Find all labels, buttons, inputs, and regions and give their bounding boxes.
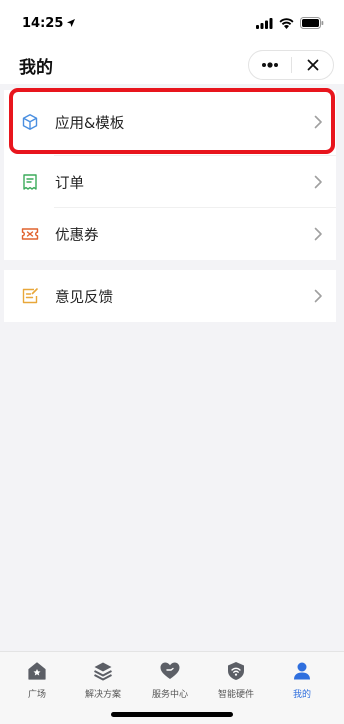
more-button[interactable]: [250, 51, 290, 79]
tab-smart-hardware[interactable]: 智能硬件: [203, 660, 269, 700]
page-title: 我的: [19, 57, 53, 78]
menu-item-label: 订单: [55, 175, 84, 192]
nav-bar: 我的: [0, 46, 344, 84]
edit-note-icon: [21, 287, 39, 305]
chevron-right-icon: [314, 175, 322, 189]
tab-label: 解决方案: [84, 690, 121, 700]
wifi-icon: [279, 17, 294, 29]
menu-item-label: 意见反馈: [55, 289, 113, 306]
menu-group-feedback: 意见反馈: [4, 270, 336, 322]
home-indicator: [111, 712, 233, 717]
layers-icon: [92, 660, 114, 682]
menu-item-coupons[interactable]: 优惠券: [4, 208, 336, 260]
status-time-text: 14:25: [22, 15, 64, 31]
highlight-box: [9, 88, 335, 154]
wifi-shield-icon: [225, 660, 247, 682]
more-dots-icon: [261, 62, 278, 68]
status-icons: [256, 17, 324, 29]
mini-program-capsule: [248, 50, 334, 80]
tab-label: 服务中心: [151, 690, 188, 700]
menu-item-orders[interactable]: 订单: [4, 156, 336, 208]
battery-icon: [300, 17, 324, 29]
signal-icon: [256, 17, 273, 29]
chevron-right-icon: [314, 289, 322, 303]
tab-plaza[interactable]: 广场: [4, 660, 70, 700]
receipt-icon: [21, 173, 39, 191]
close-icon: [307, 59, 318, 71]
tab-label: 广场: [27, 690, 46, 700]
capsule-divider: [290, 57, 292, 73]
menu-item-label: 优惠券: [55, 227, 99, 244]
status-bar: 14:25: [0, 0, 344, 46]
status-time: 14:25: [22, 16, 76, 31]
close-button[interactable]: [293, 51, 333, 79]
heart-hand-icon: [159, 660, 181, 682]
tab-label: 我的: [292, 690, 311, 700]
tab-mine[interactable]: 我的: [269, 660, 335, 700]
person-icon: [291, 660, 313, 682]
tab-solutions[interactable]: 解决方案: [70, 660, 136, 700]
chevron-right-icon: [314, 227, 322, 241]
home-star-icon: [26, 660, 48, 682]
menu-item-feedback[interactable]: 意见反馈: [4, 270, 336, 322]
tab-label: 智能硬件: [217, 690, 254, 700]
location-arrow-icon: [67, 19, 76, 27]
coupon-icon: [21, 225, 39, 243]
tab-service-center[interactable]: 服务中心: [137, 660, 203, 700]
